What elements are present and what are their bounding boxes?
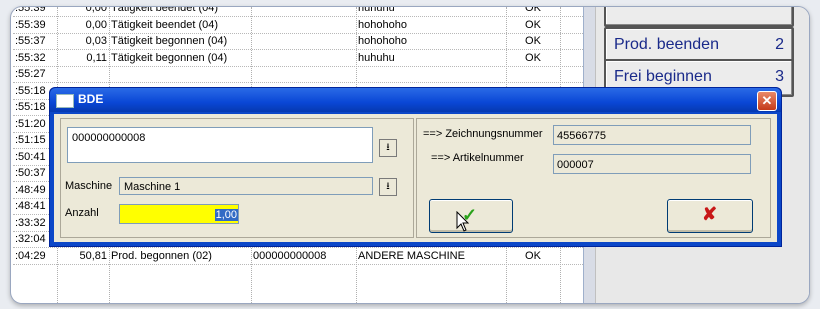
- cell-time: :55:27: [15, 68, 46, 80]
- drawing-number-label: ==> Zeichnungsnummer: [423, 128, 543, 140]
- side-button-top-partial[interactable]: [604, 7, 794, 27]
- cell-activity: Tätigkeit begonnen (04): [111, 35, 228, 47]
- cell-number: 000000000008: [253, 249, 327, 262]
- cell-status: OK: [525, 35, 541, 47]
- table-row[interactable]: :55:39 0,00 Tätigkeit beendet (04) hohohoho…: [13, 18, 583, 34]
- table-row[interactable]: :55:39 0,00 Tätigkeit beendet (04) huhuhu OK: [13, 6, 583, 17]
- table-row[interactable]: :04:29 50,81 Prod. begonnen (02) 0000000000…: [13, 249, 583, 265]
- dropdown-arrow-icon: ⭳: [386, 181, 390, 192]
- cell-time: :55:37: [15, 35, 46, 47]
- close-icon: ✕: [761, 93, 773, 108]
- cell-status: OK: [525, 249, 541, 262]
- order-dropdown-button[interactable]: ⭳: [379, 139, 397, 157]
- cell-time: :55:39: [15, 6, 46, 14]
- x-icon: ✘: [702, 204, 718, 224]
- cell-activity: Tätigkeit beendet (04): [111, 6, 219, 14]
- drawing-number-field: 45566775: [553, 125, 751, 145]
- cell-status: OK: [525, 51, 541, 64]
- machine-dropdown-button[interactable]: ⭳: [379, 178, 397, 196]
- window-icon: [56, 94, 74, 108]
- mouse-cursor-icon: [456, 211, 470, 232]
- cell-machine: hohohoho: [358, 35, 407, 47]
- cell-value: 0,11: [86, 51, 107, 64]
- button-number: 3: [775, 68, 784, 85]
- cell-time: :55:32: [15, 51, 46, 64]
- cell-status: OK: [525, 18, 541, 31]
- cell-value: 0,03: [85, 35, 107, 47]
- table-row[interactable]: :55:32 0,11 Tätigkeit begonnen (04) huhuhu O…: [13, 51, 583, 67]
- cell-status: OK: [525, 6, 541, 14]
- cell-machine: ANDERE MASCHINE: [358, 249, 465, 262]
- quantity-input[interactable]: 1,00: [119, 204, 239, 224]
- dialog-body: 000000000008 ⭳ Maschine Maschine 1 ⭳ Anz…: [54, 114, 777, 242]
- cell-machine: huhuhu: [358, 51, 395, 64]
- order-number-input[interactable]: 000000000008: [67, 127, 373, 163]
- dropdown-arrow-icon: ⭳: [386, 142, 390, 153]
- dialog-titlebar[interactable]: BDE ✕: [50, 88, 781, 112]
- machine-select[interactable]: Maschine 1: [119, 177, 373, 195]
- cell-activity: Tätigkeit begonnen (04): [111, 51, 228, 64]
- cell-value: 50,81: [79, 249, 107, 262]
- input-pane: 000000000008 ⭳ Maschine Maschine 1 ⭳ Anz…: [60, 118, 414, 238]
- quantity-value: 1,00: [214, 209, 238, 221]
- article-number-field: 000007: [553, 154, 751, 174]
- table-row[interactable]: :55:27: [13, 67, 583, 83]
- cell-value: 0,00: [85, 6, 107, 14]
- quantity-label: Anzahl: [65, 207, 99, 219]
- cell-value: 0,00: [85, 18, 107, 31]
- table-row[interactable]: :55:37 0,03 Tätigkeit begonnen (04) hohohoh…: [13, 34, 583, 50]
- cancel-button[interactable]: ✘: [667, 199, 753, 233]
- cell-activity: Tätigkeit beendet (04): [111, 18, 219, 31]
- cell-machine: hohohoho: [358, 18, 407, 31]
- cell-time: :55:39: [15, 18, 46, 31]
- cell-machine: huhuhu: [358, 6, 395, 14]
- button-number: 2: [775, 36, 784, 53]
- button-label: Frei beginnen: [614, 68, 712, 85]
- dialog-title: BDE: [78, 92, 104, 106]
- machine-label: Maschine: [65, 180, 113, 192]
- cell-activity: Prod. begonnen (02): [111, 249, 212, 262]
- article-number-label: ==> Artikelnummer: [431, 152, 524, 164]
- cell-time: :04:29: [15, 249, 46, 262]
- button-label: Prod. beenden: [614, 36, 719, 53]
- bde-dialog: BDE ✕ 000000000008 ⭳ Maschine Maschine 1…: [49, 87, 782, 247]
- close-button[interactable]: ✕: [757, 91, 777, 111]
